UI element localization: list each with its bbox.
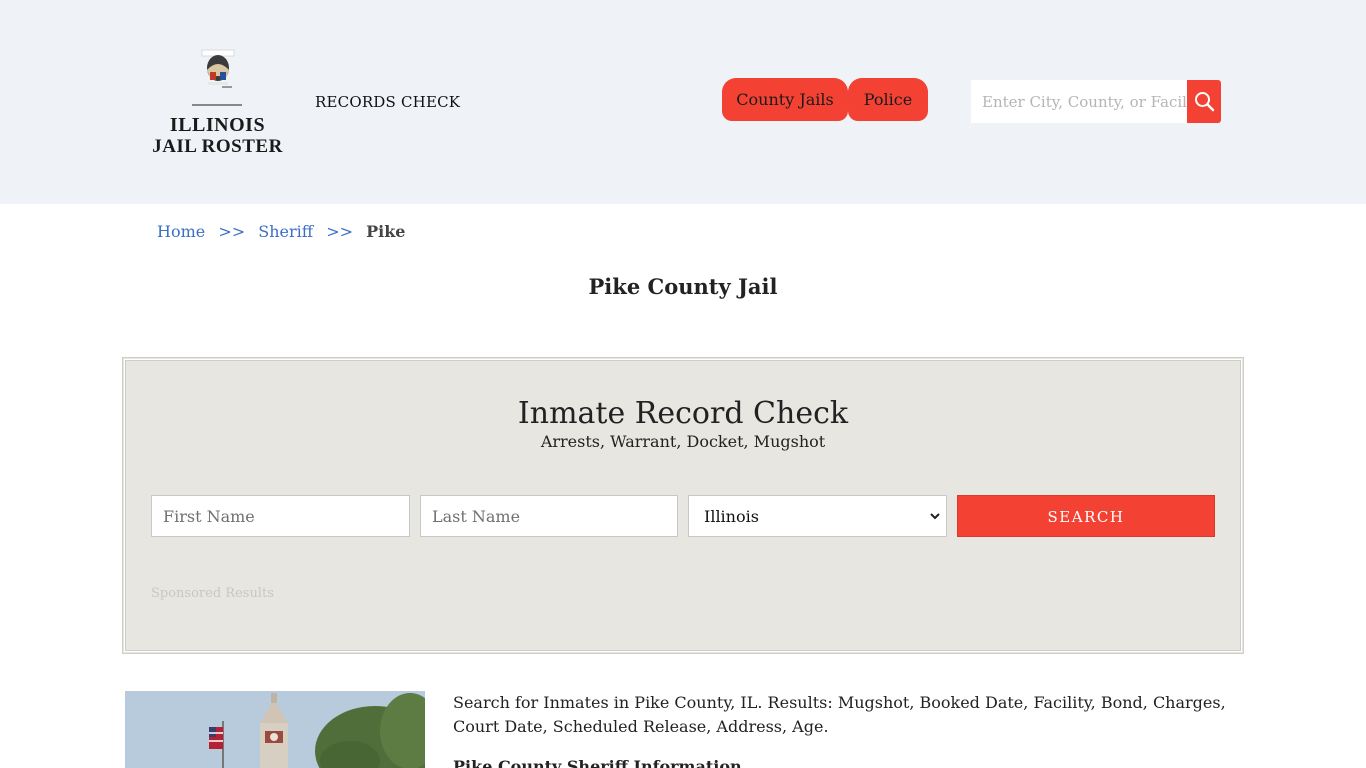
logo-line-1: ILLINOIS xyxy=(169,114,266,136)
sheriff-info-heading: Pike County Sheriff Information xyxy=(453,757,742,768)
breadcrumb-separator: >> xyxy=(218,222,246,241)
chevron-down-icon xyxy=(930,513,940,520)
record-check-subtitle: Arrests, Warrant, Docket, Mugshot xyxy=(540,432,826,451)
logo-line-2: JAIL ROSTER xyxy=(152,136,283,157)
courthouse-image xyxy=(125,691,425,768)
search-icon xyxy=(1195,92,1215,112)
inmate-record-check-panel: Inmate Record Check Arrests, Warrant, Do… xyxy=(122,357,1244,654)
records-check-link[interactable]: RECORDS CHECK xyxy=(315,93,460,111)
header-search-button[interactable] xyxy=(1187,80,1221,123)
site-header: ILLINOIS JAIL ROSTER RECORDS CHECK Count… xyxy=(0,0,1366,204)
nav-county-jails[interactable]: County Jails xyxy=(722,78,848,121)
logo-divider xyxy=(192,104,242,106)
site-logo[interactable]: ILLINOIS JAIL ROSTER xyxy=(150,42,285,162)
breadcrumb-current: Pike xyxy=(366,222,406,241)
nav-police[interactable]: Police xyxy=(848,78,928,121)
intro-text: Search for Inmates in Pike County, IL. R… xyxy=(453,693,1226,736)
header-search-input[interactable] xyxy=(971,80,1187,123)
state-select-value: Illinois xyxy=(704,507,759,526)
page-title: Pike County Jail xyxy=(588,274,778,299)
state-select[interactable]: Illinois xyxy=(688,495,947,537)
first-name-input[interactable] xyxy=(151,495,410,537)
breadcrumb-home[interactable]: Home xyxy=(157,222,205,241)
record-check-title: Inmate Record Check xyxy=(517,396,849,431)
illinois-seal-icon xyxy=(201,49,235,88)
courthouse-photo xyxy=(125,691,425,768)
sponsored-label: Sponsored Results xyxy=(151,586,274,601)
breadcrumb-separator: >> xyxy=(326,222,354,241)
breadcrumb-sheriff[interactable]: Sheriff xyxy=(258,222,313,241)
last-name-input[interactable] xyxy=(420,495,678,537)
record-search-button[interactable]: SEARCH xyxy=(957,495,1215,537)
breadcrumb: Home >> Sheriff >> Pike xyxy=(157,222,405,241)
